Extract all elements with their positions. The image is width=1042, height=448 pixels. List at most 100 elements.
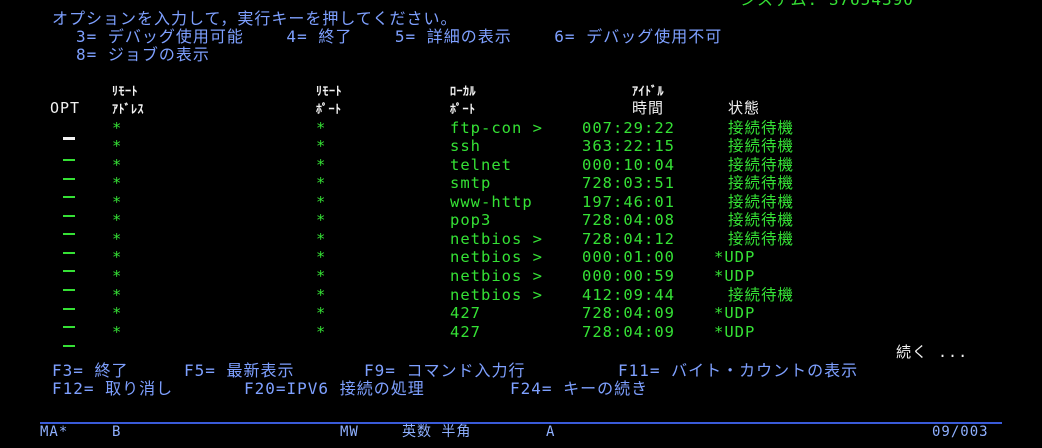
local-port: 427: [450, 323, 481, 341]
col-remote-address-line2: ｱﾄﾞﾚｽ: [112, 102, 145, 116]
more-indicator: 続く ...: [896, 343, 969, 361]
instruction-text: オプションを入力して，実行キーを押してください。: [52, 9, 458, 28]
fkey-f11[interactable]: F11= バイト・カウントの表示: [618, 362, 858, 380]
remote-address: *: [112, 267, 123, 285]
local-port: ssh: [450, 137, 481, 155]
col-idle-line2: 時間: [632, 99, 665, 117]
fkey-f9[interactable]: F9= コマンド入力行: [364, 362, 526, 380]
connection-state: 接続待機: [728, 230, 795, 248]
options-list-line2: 8= ジョブの表示: [76, 45, 210, 64]
table-row: * * netbios > 000:01:00 *UDP: [0, 248, 1042, 272]
remote-address: *: [112, 230, 123, 248]
terminal-screen: { "header": { "system_label": "システム: S76…: [0, 0, 1042, 448]
remote-address: *: [112, 304, 123, 322]
remote-address: *: [112, 248, 123, 266]
table-row: * * netbios > 000:00:59 *UDP: [0, 267, 1042, 291]
remote-port: *: [316, 304, 327, 322]
input-indicator: A: [546, 424, 556, 440]
fkey-f5[interactable]: F5= 最新表示: [184, 362, 295, 380]
idle-time: 728:03:51: [582, 174, 675, 192]
cursor-position: 09/003: [932, 424, 989, 440]
fkey-f3[interactable]: F3= 終了: [52, 362, 129, 380]
remote-port: *: [316, 267, 327, 285]
table-row: * * netbios > 412:09:44 接続待機: [0, 286, 1042, 310]
remote-address: *: [112, 286, 123, 304]
local-port: www-http: [450, 193, 533, 211]
col-local-port-line2: ﾎﾟｰﾄ: [450, 102, 476, 116]
table-row: * * www-http 197:46:01 接続待機: [0, 193, 1042, 217]
ime-indicator: 英数 半角: [402, 424, 472, 440]
table-row: * * ssh 363:22:15 接続待機: [0, 137, 1042, 161]
opt-input[interactable]: [63, 329, 75, 347]
mode-indicator: B: [112, 424, 122, 440]
col-opt: OPT: [50, 99, 81, 117]
local-port: netbios >: [450, 286, 543, 304]
connection-state: *UDP: [714, 304, 756, 322]
remote-port: *: [316, 156, 327, 174]
status-bar: MA* B MW 英数 半角 A 09/003: [0, 422, 1042, 444]
table-row: * * 427 728:04:09 *UDP: [0, 304, 1042, 328]
connection-state: 接続待機: [728, 156, 795, 174]
connection-state: 接続待機: [728, 286, 795, 304]
connection-state: 接続待機: [728, 211, 795, 229]
idle-time: 728:04:09: [582, 323, 675, 341]
table-row: * * pop3 728:04:08 接続待機: [0, 211, 1042, 235]
remote-address: *: [112, 193, 123, 211]
mw-indicator: MW: [340, 424, 359, 440]
idle-time: 007:29:22: [582, 119, 675, 137]
remote-port: *: [316, 286, 327, 304]
col-remote-address-line1: ﾘﾓｰﾄ: [112, 84, 139, 98]
connection-state: 接続待機: [728, 137, 795, 155]
local-port: pop3: [450, 211, 492, 229]
connection-state: *UDP: [714, 248, 756, 266]
idle-time: 000:10:04: [582, 156, 675, 174]
col-idle-line1: ｱｲﾄﾞﾙ: [632, 84, 665, 98]
local-port: ftp-con >: [450, 119, 543, 137]
idle-time: 728:04:08: [582, 211, 675, 229]
local-port: netbios >: [450, 230, 543, 248]
local-port: telnet: [450, 156, 512, 174]
remote-port: *: [316, 137, 327, 155]
local-port: smtp: [450, 174, 492, 192]
system-name: システム: S7654390: [740, 0, 914, 9]
idle-time: 728:04:09: [582, 304, 675, 322]
remote-address: *: [112, 119, 123, 137]
fkey-f20[interactable]: F20=IPV6 接続の処理: [244, 380, 425, 398]
idle-time: 363:22:15: [582, 137, 675, 155]
local-port: netbios >: [450, 248, 543, 266]
remote-port: *: [316, 323, 327, 341]
table-row: * * telnet 000:10:04 接続待機: [0, 156, 1042, 180]
status-divider: [40, 422, 1002, 424]
connection-state: *UDP: [714, 267, 756, 285]
table-row: * * smtp 728:03:51 接続待機: [0, 174, 1042, 198]
idle-time: 412:09:44: [582, 286, 675, 304]
table-row: * * netbios > 728:04:12 接続待機: [0, 230, 1042, 254]
connection-state: 接続待機: [728, 193, 795, 211]
table-row: * * 427 728:04:09 *UDP: [0, 323, 1042, 347]
remote-port: *: [316, 119, 327, 137]
col-state: 状態: [728, 99, 761, 117]
session-indicator: MA*: [40, 424, 69, 440]
connection-state: *UDP: [714, 323, 756, 341]
options-list-line1: 3= デバッグ使用可能 4= 終了 5= 詳細の表示 6= デバッグ使用不可: [76, 27, 723, 46]
idle-time: 000:01:00: [582, 248, 675, 266]
col-remote-port-line2: ﾎﾟｰﾄ: [316, 102, 342, 116]
local-port: 427: [450, 304, 481, 322]
col-remote-port-line1: ﾘﾓｰﾄ: [316, 84, 343, 98]
idle-time: 197:46:01: [582, 193, 675, 211]
fkey-f24[interactable]: F24= キーの続き: [510, 380, 648, 398]
connection-state: 接続待機: [728, 174, 795, 192]
remote-address: *: [112, 211, 123, 229]
remote-address: *: [112, 156, 123, 174]
remote-port: *: [316, 174, 327, 192]
idle-time: 000:00:59: [582, 267, 675, 285]
idle-time: 728:04:12: [582, 230, 675, 248]
remote-port: *: [316, 211, 327, 229]
connection-state: 接続待機: [728, 119, 795, 137]
remote-address: *: [112, 174, 123, 192]
remote-address: *: [112, 323, 123, 341]
table-row: * * ftp-con > 007:29:22 接続待機: [0, 119, 1042, 140]
fkey-f12[interactable]: F12= 取り消し: [52, 380, 173, 398]
remote-port: *: [316, 230, 327, 248]
remote-address: *: [112, 137, 123, 155]
